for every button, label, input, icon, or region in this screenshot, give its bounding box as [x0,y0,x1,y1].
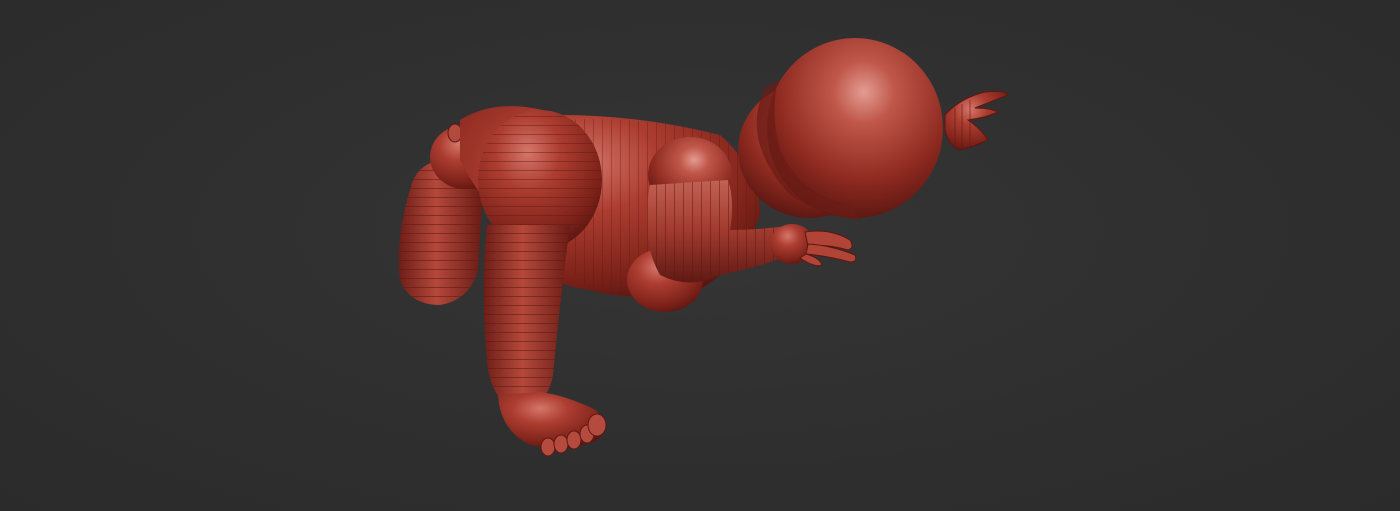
3d-viewport[interactable] [0,0,1400,511]
front-hand-fingers [799,230,857,267]
head [738,38,943,220]
raised-hand [944,90,1009,151]
sculpt-model[interactable] [0,0,1400,511]
